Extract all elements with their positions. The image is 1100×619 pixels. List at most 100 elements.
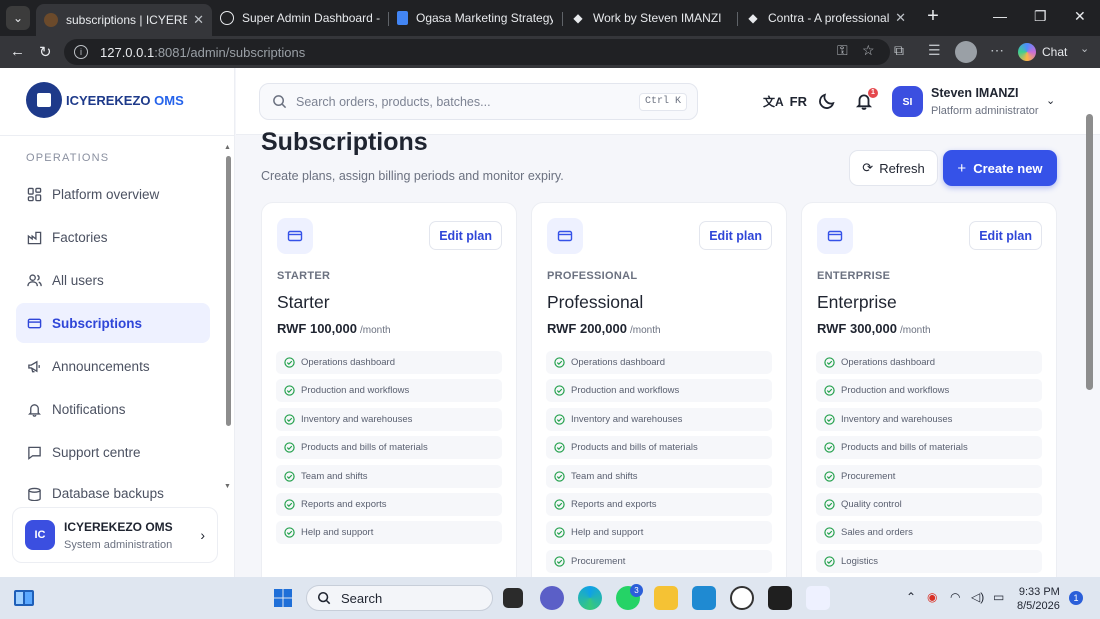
- plan-feature: Production and workflows: [276, 379, 502, 403]
- edit-plan-button[interactable]: Edit plan: [429, 221, 502, 250]
- edit-plan-button[interactable]: Edit plan: [699, 221, 772, 250]
- terminal-icon[interactable]: [768, 586, 792, 610]
- sidebar-item-notifications[interactable]: Notifications: [16, 389, 210, 429]
- close-tab-icon[interactable]: ✕: [895, 10, 906, 26]
- sidebar-item-database-backups[interactable]: Database backups: [16, 475, 210, 501]
- widgets-icon[interactable]: [13, 589, 35, 607]
- battery-icon[interactable]: ▭: [993, 590, 1004, 604]
- minimize-window-button[interactable]: —: [993, 8, 1007, 24]
- translate-icon: 文A: [763, 95, 784, 109]
- chat-icon: [26, 444, 42, 460]
- key-icon[interactable]: ⚿: [837, 42, 848, 59]
- close-window-button[interactable]: ✕: [1074, 8, 1086, 25]
- sidebar-item-subscriptions[interactable]: Subscriptions: [16, 303, 210, 343]
- reload-button[interactable]: ↻: [39, 43, 52, 61]
- plan-feature: Products and bills of materials: [276, 436, 502, 460]
- wifi-icon[interactable]: ◠: [950, 590, 960, 604]
- plan-card-enterprise: Edit plan ENTERPRISE Enterprise RWF 300,…: [801, 202, 1057, 577]
- teams-chat-icon[interactable]: [540, 586, 564, 610]
- security-alert-icon[interactable]: ◉: [927, 590, 937, 604]
- sidebar-item-factories[interactable]: Factories: [16, 217, 210, 257]
- contra-icon: ◆: [573, 11, 583, 25]
- plan-feature: Products and bills of materials: [546, 436, 772, 460]
- plan-price: RWF 100,000/month: [277, 321, 391, 336]
- user-name[interactable]: Steven IMANZI: [931, 86, 1019, 100]
- check-circle-icon: [824, 527, 835, 539]
- browser-profile-avatar[interactable]: [955, 41, 977, 63]
- main-scrollbar[interactable]: [1085, 114, 1095, 574]
- plan-feature: Operations dashboard: [816, 351, 1042, 374]
- plan-feature: Production and workflows: [816, 379, 1042, 403]
- chevron-down-icon[interactable]: ⌄: [1080, 42, 1089, 55]
- organization-switcher[interactable]: IC ICYEREKEZO OMS System administration …: [12, 507, 218, 563]
- app-launcher-icon[interactable]: [806, 586, 830, 610]
- main-scrollbar-thumb[interactable]: [1086, 114, 1093, 390]
- global-search[interactable]: Ctrl K: [259, 83, 698, 120]
- clock-time: 9:33 PM: [1018, 586, 1060, 598]
- windows-start-icon[interactable]: [273, 588, 293, 608]
- close-tab-icon[interactable]: ✕: [193, 12, 204, 28]
- taskbar-search[interactable]: Search: [306, 585, 493, 611]
- google-docs-icon: [397, 11, 408, 25]
- browser-tab-ogasa[interactable]: Ogasa Marketing Strategy P: [389, 4, 561, 32]
- check-circle-icon: [554, 470, 565, 482]
- copilot-chat-button[interactable]: Chat: [1018, 40, 1067, 64]
- notification-center-badge[interactable]: 1: [1069, 591, 1083, 605]
- plan-price: RWF 300,000/month: [817, 321, 931, 336]
- browser-tab-work[interactable]: ◆ Work by Steven IMANZI: [563, 4, 737, 32]
- browser-tab-contra[interactable]: ◆ Contra - A professional netv ✕: [738, 4, 914, 32]
- page-title: Subscriptions: [261, 128, 428, 156]
- volume-icon[interactable]: ◁): [971, 590, 984, 604]
- plan-feature: Help and support: [546, 521, 772, 545]
- sidebar-item-platform-overview[interactable]: Platform overview: [16, 174, 210, 214]
- plan-feature: Team and shifts: [546, 464, 772, 488]
- user-avatar[interactable]: SI: [892, 86, 923, 117]
- sidebar-item-announcements[interactable]: Announcements: [16, 346, 210, 386]
- plus-icon: +: [957, 159, 967, 177]
- task-view-icon[interactable]: [503, 588, 523, 608]
- new-tab-button[interactable]: +: [922, 6, 944, 28]
- sidebar-scrollbar[interactable]: ▲ ▼: [224, 144, 232, 494]
- scroll-down-arrow-icon[interactable]: ▼: [224, 483, 231, 490]
- user-menu-chevron-down-icon[interactable]: ⌄: [1046, 94, 1055, 107]
- back-button[interactable]: ←: [10, 43, 25, 60]
- check-circle-icon: [284, 470, 295, 482]
- bookmark-star-icon[interactable]: ☆: [862, 42, 875, 59]
- check-circle-icon: [824, 556, 835, 567]
- brand-logo[interactable]: ICYEREKEZO OMS: [26, 82, 184, 118]
- address-bar[interactable]: i 127.0.0.1:8081/admin/subscriptions: [64, 39, 890, 65]
- search-input[interactable]: [296, 94, 626, 109]
- check-circle-icon: [284, 385, 295, 397]
- sidebar-item-all-users[interactable]: All users: [16, 260, 210, 300]
- tab-actions-menu-button[interactable]: ⌄: [6, 6, 30, 30]
- plan-feature-list: Operations dashboard Production and work…: [816, 351, 1042, 577]
- refresh-button[interactable]: ⟳ Refresh: [849, 150, 938, 186]
- plan-name: Professional: [547, 292, 644, 312]
- sidebar-item-support-centre[interactable]: Support centre: [16, 432, 210, 472]
- language-switcher[interactable]: 文A FR: [763, 93, 807, 110]
- favorites-icon[interactable]: ☰: [928, 42, 941, 59]
- taskbar-clock[interactable]: 9:33 PM 8/5/2026: [1017, 585, 1060, 613]
- credit-card-icon: [26, 315, 42, 331]
- app-icon[interactable]: [730, 586, 754, 610]
- scroll-up-arrow-icon[interactable]: ▲: [224, 144, 231, 151]
- check-circle-icon: [824, 357, 835, 368]
- restore-window-button[interactable]: ❐: [1034, 8, 1047, 25]
- browser-tab-super-admin[interactable]: Super Admin Dashboard - L: [212, 4, 388, 32]
- plan-feature: Help and support: [276, 521, 502, 545]
- create-new-button[interactable]: + Create new: [943, 150, 1057, 186]
- sidebar-scrollbar-thumb[interactable]: [226, 156, 231, 426]
- check-circle-icon: [824, 442, 835, 453]
- check-circle-icon: [284, 357, 295, 368]
- vscode-icon[interactable]: [692, 586, 716, 610]
- edge-browser-icon[interactable]: [578, 586, 602, 610]
- plan-feature: Reports and exports: [546, 492, 772, 516]
- more-menu-icon[interactable]: ⋯: [990, 42, 1004, 59]
- extensions-icon[interactable]: ⧉: [894, 42, 904, 59]
- tray-overflow-chevron-icon[interactable]: ⌃: [906, 590, 916, 604]
- dark-mode-moon-icon[interactable]: [818, 92, 836, 110]
- edit-plan-button[interactable]: Edit plan: [969, 221, 1042, 250]
- file-explorer-icon[interactable]: [654, 586, 678, 610]
- browser-tab-subscriptions[interactable]: subscriptions | ICYEREKEZO ✕: [36, 4, 212, 36]
- site-info-icon[interactable]: i: [74, 45, 88, 59]
